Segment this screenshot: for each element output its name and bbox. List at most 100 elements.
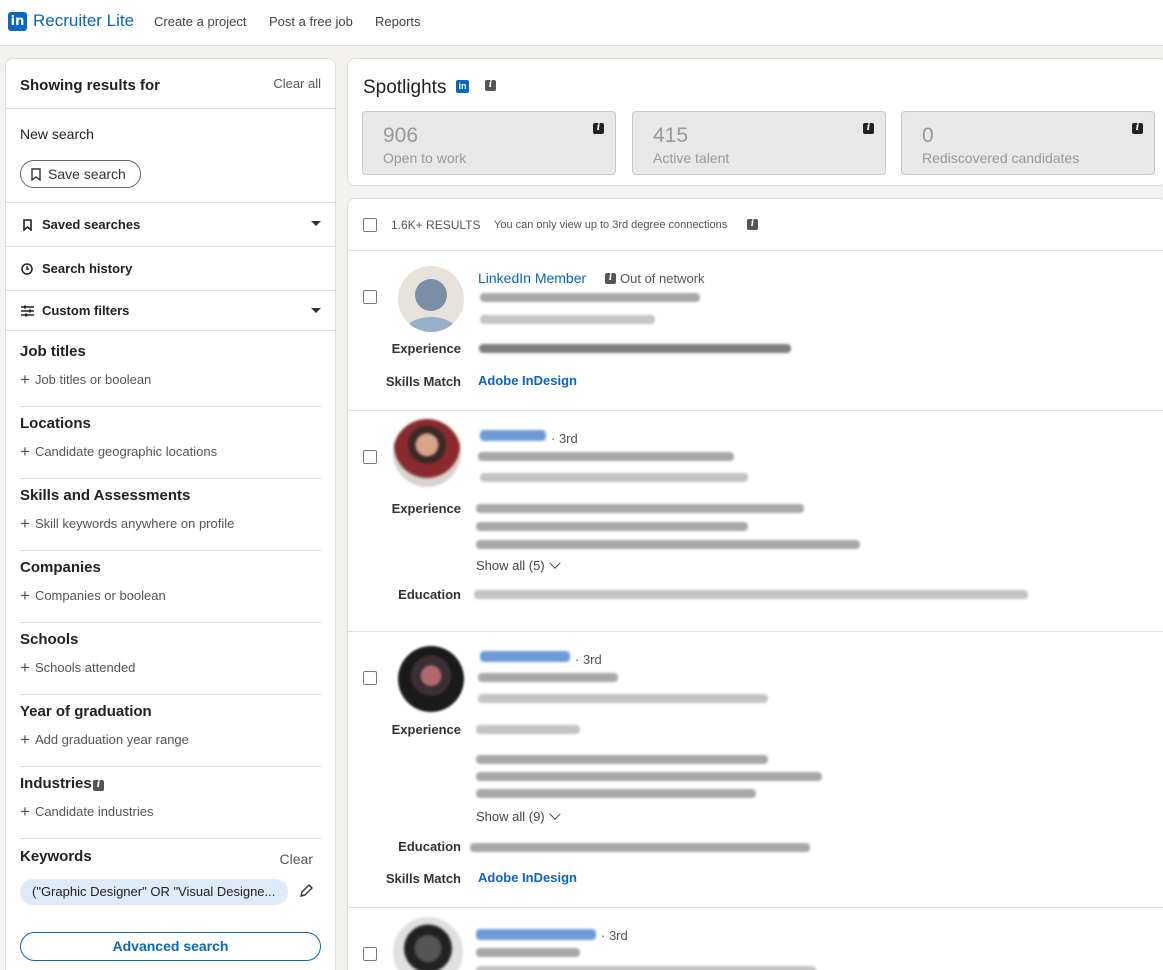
avatar[interactable] [393,917,463,970]
plus-icon: + [20,658,30,677]
spotlight-count: 0 [922,124,934,147]
connection-degree: · 3rd [575,652,602,667]
blurred-location [478,694,768,703]
show-all-experience[interactable]: Show all (9) [476,808,561,824]
add-label: Candidate geographic locations [34,444,218,459]
filter-title: Job titles [20,343,86,360]
info-icon[interactable]: i [593,123,604,134]
info-icon[interactable]: i [605,273,616,284]
blurred-experience [476,540,860,549]
candidate-checkbox[interactable] [363,947,377,961]
save-search-button[interactable]: Save search [20,160,141,188]
advanced-search-button[interactable]: Advanced search [20,932,321,961]
skills-match-label: Skills Match [385,374,461,389]
add-label: Add graduation year range [34,732,189,747]
caret-down-icon [311,221,321,226]
saved-searches-dropdown[interactable]: Saved searches [6,203,335,247]
search-history-label: Search history [42,261,133,276]
sliders-icon [20,305,34,317]
nav-create-project[interactable]: Create a project [154,14,247,29]
filter-title: Schools [20,631,79,648]
info-icon[interactable]: i [485,80,496,91]
avatar[interactable] [398,646,464,712]
info-icon[interactable]: i [863,123,874,134]
filter-title: Locations [20,415,91,432]
nav-reports[interactable]: Reports [375,14,421,29]
plus-icon: + [20,802,30,821]
keywords-title: Keywords [20,848,92,865]
add-graduation-year[interactable]: + Add graduation year range [20,731,189,748]
results-panel: 1.6K+ RESULTS You can only view up to 3r… [347,198,1163,970]
add-schools[interactable]: + Schools attended [20,658,135,677]
show-all-experience[interactable]: Show all (5) [476,557,561,573]
blurred-location [476,966,816,970]
candidate-row[interactable]: · 3rd Experience Show all (5) Education [348,411,1163,632]
show-all-label: Show all (5) [476,558,545,573]
filter-schools: Schools + Schools attended [20,623,321,695]
blurred-experience [476,755,768,764]
info-icon[interactable]: i [747,219,758,230]
blurred-location [480,315,655,324]
keywords-pill[interactable]: ("Graphic Designer" OR "Visual Designe..… [20,879,288,905]
blurred-experience [476,725,580,734]
experience-label: Experience [391,722,461,737]
add-locations[interactable]: + Candidate geographic locations [20,443,218,460]
add-label: Skill keywords anywhere on profile [34,516,235,531]
add-skills[interactable]: + Skill keywords anywhere on profile [20,514,235,533]
candidate-name[interactable]: LinkedIn Member [478,270,586,286]
keywords-clear-button[interactable]: Clear [280,851,313,867]
candidate-row[interactable]: LinkedIn Member i Out of network Experie… [348,251,1163,411]
network-status: Out of network [620,271,705,286]
candidate-checkbox[interactable] [363,290,377,304]
spotlight-open-to-work[interactable]: 906 Open to work i [362,111,616,175]
avatar[interactable] [393,419,461,487]
showing-results-header: Showing results for Clear all [6,59,335,109]
candidate-checkbox[interactable] [363,450,377,464]
candidate-checkbox[interactable] [363,671,377,685]
skill-match-link[interactable]: Adobe InDesign [478,870,577,885]
add-label: Job titles or boolean [34,372,152,387]
add-label: Candidate industries [34,804,154,819]
info-icon[interactable]: i [1132,123,1143,134]
info-icon[interactable]: i [93,780,104,791]
clear-all-button[interactable]: Clear all [273,76,321,91]
showing-results-title: Showing results for [20,77,161,94]
spotlight-count: 415 [653,124,689,147]
blurred-headline [478,452,734,461]
filter-skills: Skills and Assessments + Skill keywords a… [20,479,321,551]
custom-filters-dropdown[interactable]: Custom filters [6,291,335,331]
bookmark-filled-icon [20,218,34,231]
select-all-checkbox[interactable] [363,218,377,232]
nav-post-free-job[interactable]: Post a free job [269,14,353,29]
blurred-experience [476,522,748,531]
filter-companies: Companies + Companies or boolean [20,551,321,623]
spotlight-rediscovered[interactable]: 0 Rediscovered candidates i [901,111,1155,175]
add-industries[interactable]: + Candidate industries [20,802,154,821]
blurred-candidate-name[interactable] [476,929,596,940]
spotlight-label: Open to work [383,150,467,166]
add-companies[interactable]: + Companies or boolean [20,587,166,604]
chevron-down-icon [548,557,561,569]
blurred-candidate-name[interactable] [480,651,570,662]
candidate-row[interactable]: · 3rd [348,908,1163,970]
blurred-location [480,473,748,482]
spotlight-count: 906 [383,124,419,147]
avatar[interactable] [398,266,464,332]
spotlights-panel: Spotlights in i 906 Open to work i 415 A… [347,58,1163,186]
plus-icon: + [20,514,30,533]
blurred-candidate-name[interactable] [480,430,546,441]
blurred-education [470,843,810,852]
pencil-icon[interactable] [299,884,313,898]
candidate-row[interactable]: · 3rd Experience Show all (9) Education … [348,632,1163,908]
add-job-titles[interactable]: + Job titles or boolean [20,371,152,388]
recruiter-lite-logo[interactable]: in Recruiter Lite [8,11,134,31]
search-history-row[interactable]: Search history [6,247,335,291]
blurred-experience [476,504,804,513]
spotlight-label: Active talent [653,150,730,166]
skill-match-link[interactable]: Adobe InDesign [478,373,577,388]
blurred-headline [476,948,580,957]
top-nav: in Recruiter Lite Create a project Post … [0,0,1163,46]
spotlight-active-talent[interactable]: 415 Active talent i [632,111,886,175]
show-all-label: Show all (9) [476,809,545,824]
blurred-education [474,590,1028,599]
